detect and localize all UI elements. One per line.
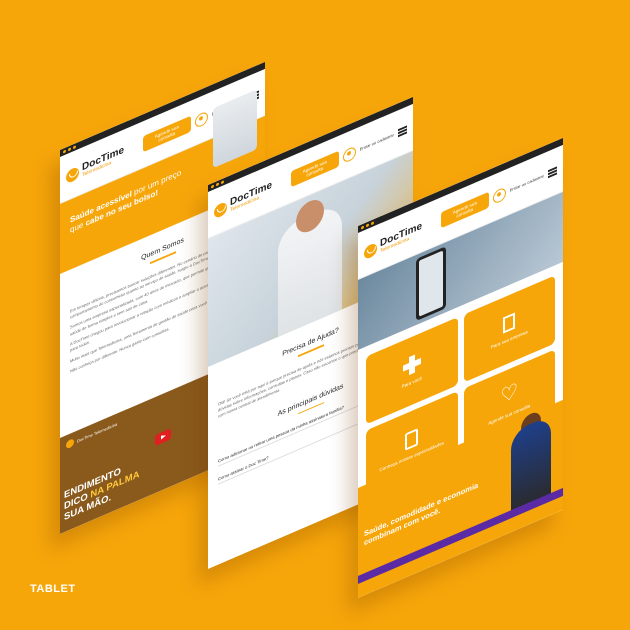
channel-avatar-icon (66, 437, 74, 450)
user-icon[interactable] (194, 109, 208, 129)
tile-label: Para você (401, 375, 422, 390)
user-icon[interactable] (342, 144, 356, 164)
login-link[interactable]: Entrar ou cadastrar (510, 173, 544, 194)
logo-icon (66, 165, 79, 184)
video-headline: ENDIMENTO DICO NA PALMA SUA MÃO. (64, 459, 139, 524)
menu-icon[interactable] (548, 166, 557, 179)
channel-name: DocTime Telemedicina (77, 420, 118, 444)
schedule-button[interactable]: Agende sua consulta (142, 115, 191, 153)
video-channel: DocTime Telemedicina (66, 419, 118, 450)
schedule-button[interactable]: Agende sua consulta (440, 191, 489, 229)
device-label: TABLET (30, 583, 76, 595)
logo-icon (214, 200, 227, 219)
tile-label: Para sua empresa (490, 329, 528, 350)
login-link[interactable]: Entrar ou cadastrar (360, 132, 394, 153)
plus-icon (403, 352, 421, 378)
logo-icon (364, 241, 377, 260)
menu-icon[interactable] (398, 125, 407, 138)
heart-plus-icon (500, 384, 518, 410)
clipboard-icon (405, 427, 419, 451)
schedule-button[interactable]: Agende sua consulta (290, 150, 339, 188)
building-icon (503, 312, 516, 334)
user-icon[interactable] (492, 185, 506, 205)
play-icon[interactable] (155, 428, 171, 447)
banner-text: Saúde, comodidade e economia combinam co… (364, 480, 479, 548)
mockup-stage: DocTime Telemedicina Agende sua consulta… (0, 0, 630, 630)
phone-image (416, 246, 446, 322)
